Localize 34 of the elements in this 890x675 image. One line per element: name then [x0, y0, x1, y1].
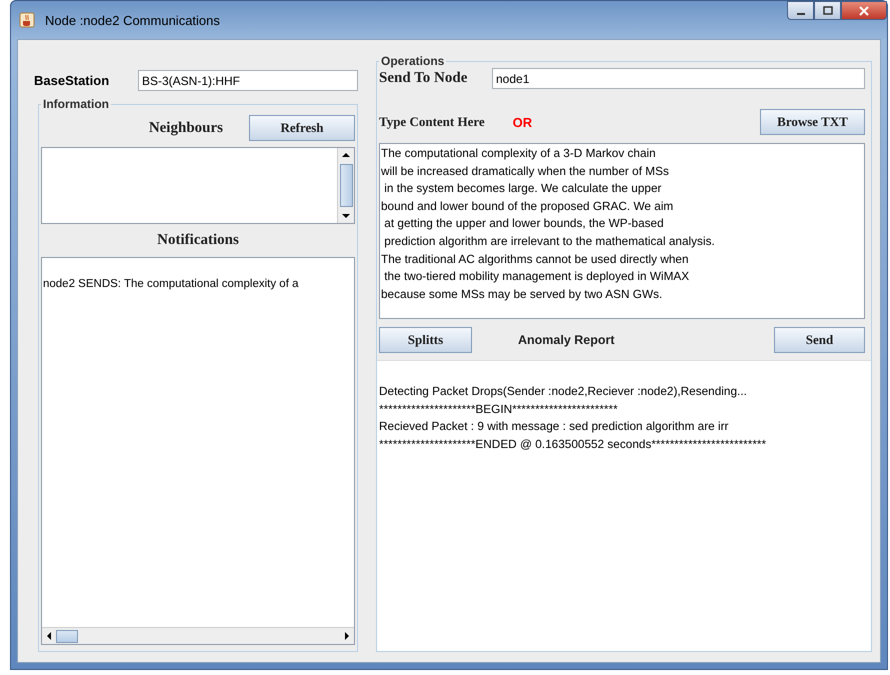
anomaly-report-label: Anomaly Report: [518, 333, 615, 347]
minimize-button[interactable]: [787, 1, 814, 20]
maximize-icon: [822, 6, 832, 16]
scroll-thumb[interactable]: [56, 630, 78, 642]
close-icon: [858, 6, 870, 16]
refresh-button[interactable]: Refresh: [249, 115, 355, 141]
browse-txt-button[interactable]: Browse TXT: [760, 109, 865, 135]
notifications-label: Notifications: [156, 232, 240, 249]
minimize-icon: [796, 12, 804, 14]
horizontal-scrollbar[interactable]: [42, 627, 354, 644]
log-line: Detecting Packet Drops(Sender :node2,Reciever :node2),Resending...: [379, 383, 748, 400]
send-to-node-label: Send To Node: [379, 70, 468, 87]
neighbours-label: Neighbours: [148, 120, 223, 136]
notification-text: node2 SENDS: The computational complexity of a: [42, 278, 300, 290]
content-text-area[interactable]: The computational complexity of a 3-D Markov chain will be increased dramatically when the number of MSs in the system becomes large. We calculate the upper bound and lower bound of the proposed GRAC. We aim at getting the upper and lower bounds, the WP-based prediction algorithm are irrelevant to the mathematical analysis. The traditional AC algorithms cannot be used directly when the two-tiered mobility management is deployed in WiMAX because some MSs may be served by two ASN GWs.: [379, 143, 865, 319]
send-button[interactable]: Send: [774, 327, 865, 353]
cup-icon: [19, 12, 35, 28]
maximize-button[interactable]: [814, 1, 841, 20]
vertical-scrollbar[interactable]: [337, 148, 354, 223]
base-station-label: BaseStation: [34, 73, 110, 88]
window-title: Node :node2 Communications: [45, 12, 220, 28]
send-to-node-field[interactable]: node1: [492, 68, 865, 89]
operations-legend: Operations: [379, 54, 446, 68]
log-line: Recieved Packet : 9 with message : sed prediction algorithm are irr: [379, 418, 730, 435]
log-line: *********************ENDED @ 0.163500552 seconds*************************: [379, 436, 768, 452]
scroll-thumb[interactable]: [340, 164, 352, 207]
log-line: *********************BEGIN***********************: [379, 400, 619, 418]
information-legend: Information: [41, 97, 111, 111]
notifications-list[interactable]: node2 SENDS: The computational complexity of a: [41, 257, 355, 645]
close-button[interactable]: [841, 1, 887, 20]
splitts-button[interactable]: Splitts: [379, 327, 472, 353]
or-label: OR: [512, 114, 532, 130]
type-content-label: Type Content Here: [379, 114, 485, 130]
base-station-field[interactable]: BS-3(ASN-1):HHF: [138, 70, 358, 91]
